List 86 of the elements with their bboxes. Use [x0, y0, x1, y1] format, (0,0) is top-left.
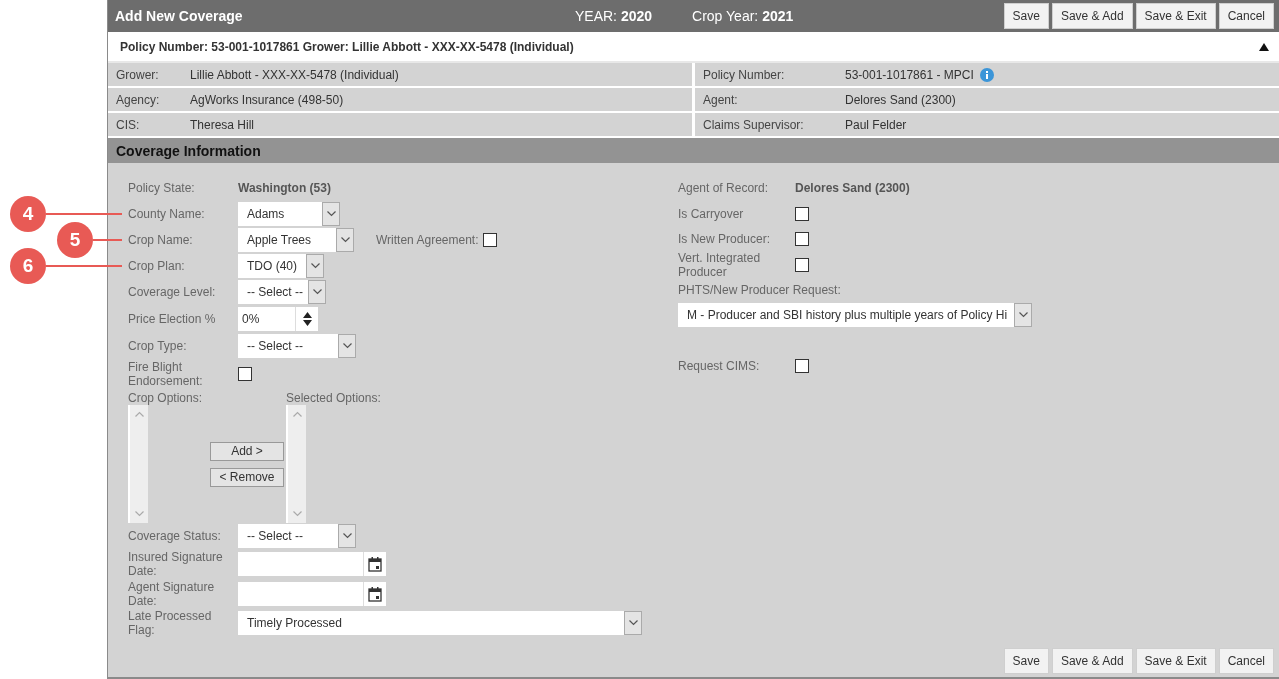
footer-button[interactable]: Save & Exit [1135, 648, 1216, 674]
info-value: AgWorks Insurance (498-50) [190, 92, 344, 107]
chevron-down-icon [1018, 312, 1028, 318]
chevron-down-icon [310, 263, 320, 269]
field-label: Coverage Level: [128, 285, 217, 299]
field-label: Price Election % [128, 312, 217, 326]
section-title: Coverage Information [108, 138, 1279, 163]
field-label: Is Carryover [678, 206, 745, 221]
info-value: Theresa Hill [190, 117, 255, 132]
header-button[interactable]: Save & Exit [1135, 3, 1216, 29]
header-button[interactable]: Cancel [1218, 3, 1274, 29]
window-title: Add New Coverage [114, 8, 244, 24]
scroll-up-icon [134, 411, 144, 417]
chevron-down-icon [326, 211, 336, 217]
dropdown-field[interactable]: Apple Trees [238, 228, 354, 252]
chevron-down-icon [628, 620, 638, 626]
info-label: Agent: [703, 92, 739, 107]
transfer-button[interactable]: Add > [210, 441, 284, 461]
field-label: Coverage Status: [128, 529, 222, 543]
info-label: Claims Supervisor: [703, 117, 805, 132]
checkbox[interactable] [795, 206, 809, 221]
field-label: County Name: [128, 207, 206, 221]
checkbox[interactable] [795, 231, 809, 246]
policy-summary: Policy Number: 53-001-1017861 Grower: Lillie Abbott - XXX-XX-5478 (Individual) [120, 39, 575, 54]
dropdown-field[interactable]: TDO (40) [238, 254, 324, 278]
info-value: Lillie Abbott - XXX-XX-5478 (Individual) [190, 67, 399, 82]
header-button[interactable]: Save & Add [1051, 3, 1133, 29]
field-value: Washington (53) [238, 181, 331, 195]
field-label: Insured Signature Date: [128, 550, 224, 578]
field-label: Agent Signature Date: [128, 580, 216, 608]
checkbox[interactable] [482, 233, 497, 247]
crop-year-text: Crop Year: 2021 [692, 8, 794, 24]
field-label: Late Processed Flag: [128, 609, 213, 637]
field-value: Delores Sand (2300) [795, 181, 910, 195]
info-label: Policy Number: [703, 67, 786, 82]
callout-number: 5 [57, 222, 93, 258]
dropdown-field[interactable]: M - Producer and SBI history plus multiple years of Policy Hi [678, 303, 1032, 327]
info-value: Delores Sand (2300) [845, 92, 956, 107]
checkbox[interactable] [795, 258, 809, 272]
info-icon[interactable] [979, 67, 994, 82]
scroll-down-icon [292, 511, 302, 517]
chevron-down-icon [342, 533, 352, 539]
dropdown-field[interactable]: Timely Processed [238, 611, 642, 635]
checkbox[interactable] [238, 367, 252, 381]
number-field[interactable]: 0% [238, 307, 318, 331]
scroll-down-icon [134, 511, 144, 517]
calendar-icon[interactable] [368, 556, 382, 572]
dropdown-field[interactable]: -- Select -- [238, 334, 356, 358]
checkbox[interactable] [795, 358, 809, 373]
info-label: Agency: [116, 92, 161, 107]
info-value: Paul Felder [845, 117, 907, 132]
spinner-arrows-icon[interactable] [302, 312, 312, 326]
year-text: YEAR: 2020 [575, 8, 653, 24]
field-label: Crop Type: [128, 339, 188, 353]
calendar-icon[interactable] [368, 586, 382, 602]
field-label: Vert. Integrated Producer [678, 251, 762, 279]
field-label: Written Agreement: [376, 233, 479, 247]
footer-button[interactable]: Save & Add [1051, 648, 1133, 674]
chevron-down-icon [342, 343, 352, 349]
field-label: Crop Options: [128, 391, 204, 405]
field-label: Policy State: [128, 181, 196, 195]
leader-line [93, 239, 122, 241]
info-value: 53-001-1017861 - MPCI [845, 67, 974, 82]
callout-number: 4 [10, 196, 46, 232]
chevron-down-icon [340, 237, 350, 243]
dropdown-field[interactable]: -- Select -- [238, 524, 356, 548]
field-label: Selected Options: [286, 391, 382, 405]
field-label: PHTS/New Producer Request: [678, 283, 842, 297]
field-label: Crop Name: [128, 233, 194, 247]
field-label: Request CIMS: [678, 358, 761, 373]
transfer-button[interactable]: < Remove [210, 467, 284, 487]
scroll-up-icon [292, 411, 302, 417]
collapse-icon[interactable] [1259, 42, 1269, 51]
field-label: Is New Producer: [678, 231, 772, 246]
field-label: Agent of Record: [678, 181, 770, 195]
footer-button[interactable]: Save [1003, 648, 1049, 674]
chevron-down-icon [312, 289, 322, 295]
info-label: Grower: [116, 67, 160, 82]
dropdown-field[interactable]: -- Select -- [238, 280, 326, 304]
footer-button[interactable]: Cancel [1218, 648, 1274, 674]
header-button[interactable]: Save [1003, 3, 1049, 29]
callout-number: 6 [10, 248, 46, 284]
field-label: Fire Blight Endorsement: [128, 360, 204, 388]
dropdown-field[interactable]: Adams [238, 202, 340, 226]
field-label: Crop Plan: [128, 259, 186, 273]
info-label: CIS: [116, 117, 141, 132]
